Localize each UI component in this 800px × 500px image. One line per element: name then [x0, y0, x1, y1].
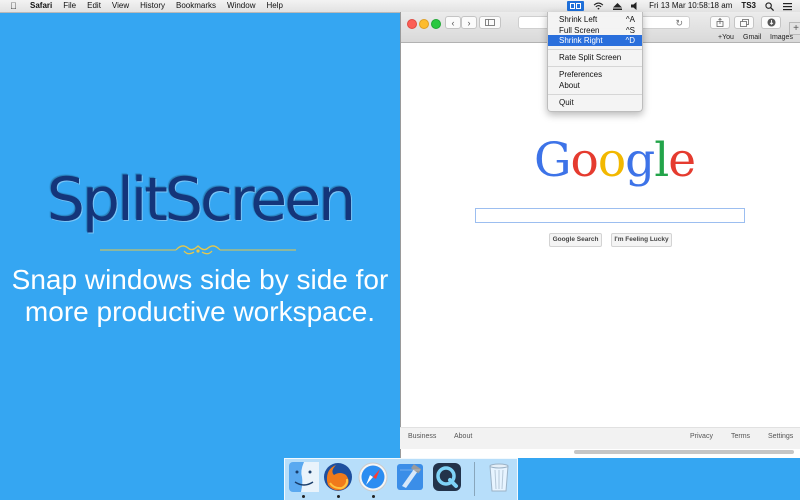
reload-icon[interactable]: ↻ [675, 18, 683, 29]
menu-label: Quit [559, 98, 574, 107]
quicktime-icon[interactable] [431, 461, 463, 493]
footer-business-link[interactable]: Business [408, 433, 436, 440]
firefox-icon[interactable] [322, 461, 354, 493]
logo-letter: g [625, 133, 655, 188]
tabs-icon [739, 18, 749, 27]
running-indicator [337, 495, 340, 498]
ornament-divider-icon [100, 245, 296, 255]
menu-window[interactable]: Window [227, 0, 255, 12]
share-icon [716, 18, 724, 27]
menu-bookmarks[interactable]: Bookmarks [176, 0, 216, 12]
menu-separator [548, 66, 642, 67]
menu-view[interactable]: View [112, 0, 129, 12]
logo-letter: l [654, 133, 669, 188]
menu-separator [548, 94, 642, 95]
promo-subtitle: Snap windows side by side for more produ… [11, 264, 389, 327]
google-plus-link[interactable]: +You [718, 34, 734, 41]
menu-edit[interactable]: Edit [87, 0, 101, 12]
footer-about-link[interactable]: About [454, 433, 472, 440]
running-indicator [372, 495, 375, 498]
menu-history[interactable]: History [140, 0, 165, 12]
share-button[interactable] [710, 16, 730, 29]
volume-icon[interactable] [631, 2, 640, 10]
split-screen-menu: Shrink Left ^A Full Screen ^S Shrink Rig… [547, 12, 643, 112]
download-icon [767, 18, 775, 27]
menu-shortcut: ^D [625, 36, 635, 45]
sidebar-icon [485, 19, 495, 26]
spotlight-search-icon[interactable] [765, 1, 774, 11]
promo-title: SplitScreen [46, 165, 356, 235]
menu-file[interactable]: File [63, 0, 76, 12]
finder-icon[interactable] [288, 461, 320, 493]
dock-separator [474, 462, 475, 496]
wifi-icon[interactable] [593, 2, 604, 10]
google-logo: Google [534, 133, 696, 188]
menu-label: About [559, 81, 580, 90]
horizontal-scrollbar[interactable] [574, 450, 794, 454]
menu-rate-split-screen[interactable]: Rate Split Screen [548, 52, 642, 63]
sidebar-button[interactable] [479, 16, 501, 29]
downloads-button[interactable] [761, 16, 781, 29]
plus-icon: + [793, 23, 799, 34]
notification-center-icon[interactable] [783, 2, 792, 11]
menu-shrink-left[interactable]: Shrink Left ^A [548, 14, 642, 25]
xcode-icon[interactable] [394, 461, 426, 493]
menubar-clock[interactable]: Fri 13 Mar 10:58:18 am [649, 0, 732, 12]
gmail-link[interactable]: Gmail [743, 34, 761, 41]
chevron-right-icon: › [467, 17, 471, 28]
logo-letter: o [570, 133, 599, 188]
running-indicator [302, 495, 305, 498]
menu-label: Rate Split Screen [559, 53, 622, 62]
minimize-window-icon[interactable] [419, 19, 429, 29]
menu-label: Full Screen [559, 26, 600, 35]
menu-quit[interactable]: Quit [548, 97, 642, 108]
menu-label: Shrink Left [559, 15, 598, 24]
forward-button[interactable]: › [461, 16, 477, 29]
images-link[interactable]: Images [770, 34, 793, 41]
google-search-input[interactable] [475, 208, 745, 223]
menu-about[interactable]: About [548, 80, 642, 91]
status-area: Fri 13 Mar 10:58:18 am TS3 [567, 0, 800, 12]
menu-preferences[interactable]: Preferences [548, 69, 642, 80]
menu-help[interactable]: Help [266, 0, 282, 12]
back-button[interactable]: ‹ [445, 16, 461, 29]
menu-label: Shrink Right [559, 36, 603, 45]
menu-shrink-right[interactable]: Shrink Right ^D [548, 35, 642, 46]
feeling-lucky-button[interactable]: I'm Feeling Lucky [611, 233, 672, 247]
menu-app-safari[interactable]: Safari [30, 0, 52, 12]
eject-icon[interactable] [613, 2, 623, 10]
footer-terms-link[interactable]: Terms [731, 433, 750, 440]
logo-letter: e [668, 133, 696, 188]
menubar-user[interactable]: TS3 [741, 0, 756, 12]
zoom-window-icon[interactable] [431, 19, 441, 29]
menu-shortcut: ^A [625, 15, 635, 24]
trash-icon[interactable] [483, 461, 515, 493]
footer-settings-link[interactable]: Settings [768, 433, 793, 440]
logo-letter: o [597, 133, 626, 188]
google-search-button[interactable]: Google Search [549, 233, 602, 247]
chevron-left-icon: ‹ [451, 17, 455, 28]
menu-label: Preferences [559, 70, 603, 79]
logo-letter: G [534, 133, 572, 188]
tabs-overview-button[interactable] [734, 16, 754, 29]
close-window-icon[interactable] [407, 19, 417, 29]
footer-privacy-link[interactable]: Privacy [690, 433, 713, 440]
split-screen-status-icon[interactable] [567, 1, 585, 11]
menu-separator [548, 49, 642, 50]
apple-menu-icon[interactable]:  [10, 0, 20, 12]
safari-icon[interactable] [357, 461, 389, 493]
